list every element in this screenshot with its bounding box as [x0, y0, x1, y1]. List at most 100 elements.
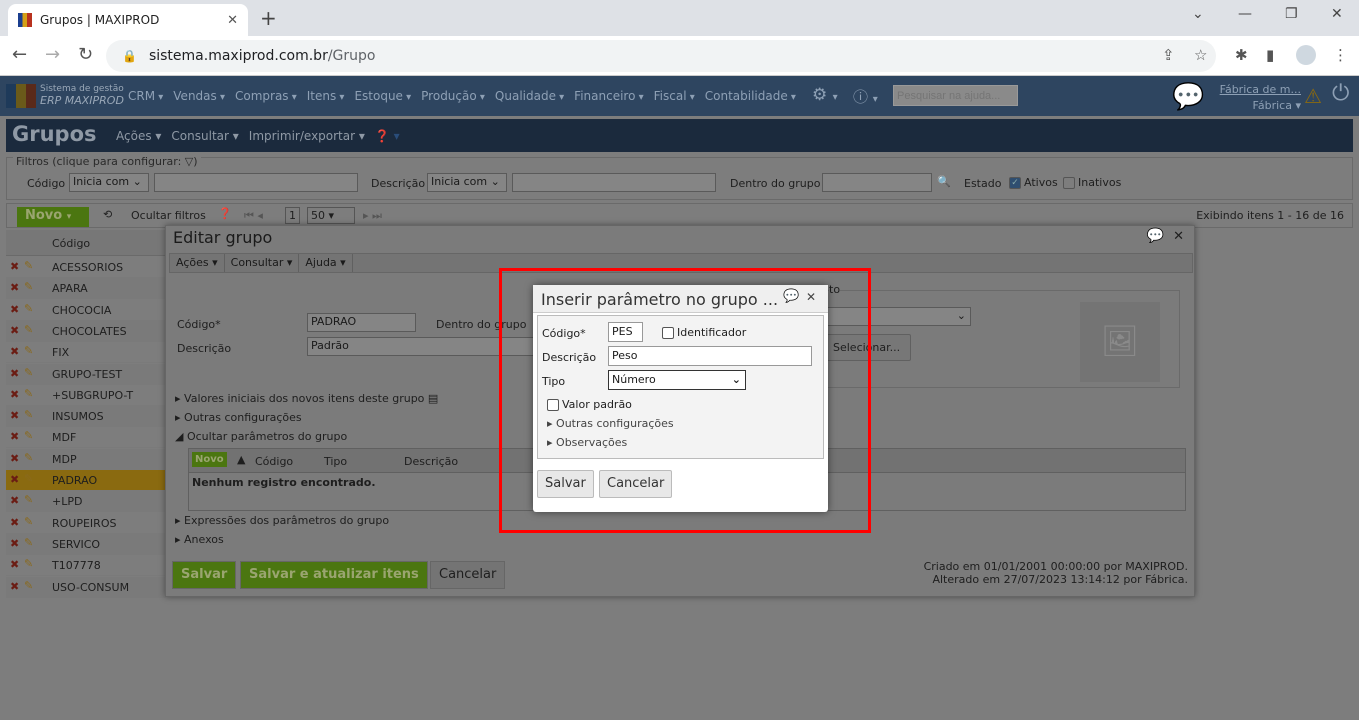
browser-menu-icon[interactable]: ⋮ — [1333, 46, 1348, 64]
filter-codigo-input[interactable] — [154, 173, 358, 192]
cancelar-button[interactable]: Cancelar — [599, 470, 673, 498]
filter-inativos-checkbox[interactable]: Inativos — [1063, 176, 1121, 189]
menu-ajuda[interactable]: Ajuda — [299, 254, 353, 272]
edit-pencil-icon[interactable]: ✎ — [24, 472, 33, 485]
section-observacoes[interactable]: ▸ Observações — [547, 436, 627, 449]
page-size-select[interactable]: 50 ▾ — [307, 207, 355, 224]
restore-icon[interactable]: ❐ — [1285, 6, 1298, 22]
menu-producao[interactable]: Produção — [421, 89, 485, 103]
menu-crm[interactable]: CRM — [128, 89, 163, 103]
grid-help-icon[interactable]: ❓ — [218, 207, 232, 220]
edit-pencil-icon[interactable]: ✎ — [24, 579, 33, 592]
delete-icon[interactable]: ✖ — [10, 473, 19, 486]
close-tab-icon[interactable]: ✕ — [227, 13, 238, 28]
section-outras-configuracoes[interactable]: ▸ Outras configurações — [547, 417, 674, 430]
column-header-codigo[interactable]: Código — [52, 237, 90, 250]
column-header-codigo[interactable]: Código — [255, 455, 293, 468]
list-item[interactable]: ✖ ✎ SERVICO — [6, 533, 166, 555]
first-page-icon[interactable]: ⏮ ◂ — [244, 209, 263, 223]
list-item[interactable]: ✖ ✎ MDP — [6, 448, 166, 470]
edit-pencil-icon[interactable]: ✎ — [24, 557, 33, 570]
delete-icon[interactable]: ✖ — [10, 409, 19, 422]
edit-pencil-icon[interactable]: ✎ — [24, 515, 33, 528]
ocultar-filtros-button[interactable]: Ocultar filtros — [131, 209, 206, 222]
close-icon[interactable]: ✕ — [806, 290, 816, 304]
codigo-input[interactable]: PES — [608, 322, 643, 342]
filter-grupo-input[interactable] — [822, 173, 932, 192]
edit-pencil-icon[interactable]: ✎ — [24, 387, 33, 400]
list-item[interactable]: ✖ ✎ GRUPO-TEST — [6, 363, 166, 385]
column-header-tipo[interactable]: Tipo — [324, 455, 347, 468]
bookmark-star-icon[interactable]: ☆ — [1194, 46, 1207, 64]
close-icon[interactable]: ✕ — [1173, 229, 1184, 244]
sort-asc-icon[interactable]: ▲ — [237, 453, 245, 466]
filters-legend[interactable]: Filtros (clique para configurar: ▽) — [13, 155, 201, 168]
filter-codigo-operator[interactable]: Inicia com ⌄ — [69, 173, 149, 192]
side-panel-icon[interactable]: ▮ — [1266, 46, 1274, 64]
list-item[interactable]: ✖ ✎ INSUMOS — [6, 406, 166, 428]
menu-consultar[interactable]: Consultar — [225, 254, 300, 272]
list-item[interactable]: ✖ ✎ USO-CONSUM — [6, 576, 166, 598]
user-company[interactable]: Fábrica — [1253, 99, 1292, 112]
menu-acoes[interactable]: Ações — [170, 254, 225, 272]
edit-pencil-icon[interactable]: ✎ — [24, 493, 33, 506]
section-ocultar-parametros[interactable]: ◢ Ocultar parâmetros do grupo — [175, 430, 347, 443]
list-item[interactable]: ✖ ✎ FIX — [6, 342, 166, 364]
edit-pencil-icon[interactable]: ✎ — [24, 323, 33, 336]
filter-descricao-operator[interactable]: Inicia com ⌄ — [427, 173, 507, 192]
menu-estoque[interactable]: Estoque — [354, 89, 411, 103]
reload-icon[interactable]: ↻ — [78, 44, 93, 65]
close-window-icon[interactable]: ✕ — [1331, 6, 1343, 22]
logout-power-icon[interactable]: ⏻ — [1332, 81, 1349, 106]
list-item[interactable]: ✖ ✎ T107778 — [6, 555, 166, 577]
list-item[interactable]: ✖ ✎ +LPD — [6, 491, 166, 513]
edit-pencil-icon[interactable]: ✎ — [24, 302, 33, 315]
tab-search-icon[interactable]: ⌄ — [1192, 6, 1204, 22]
page-help-icon[interactable]: ❓ ▾ — [375, 129, 400, 143]
menu-imprimir[interactable]: Imprimir/exportar ▾ — [249, 129, 365, 143]
delete-icon[interactable]: ✖ — [10, 367, 19, 380]
comment-icon[interactable]: 💬 — [783, 289, 799, 304]
novo-button[interactable]: Novo ▾ — [17, 207, 89, 227]
url-bar[interactable]: 🔒 sistema.maxiprod.com.br/Grupo — [106, 40, 1216, 72]
list-item[interactable]: ✖ ✎ APARA — [6, 278, 166, 300]
menu-fiscal[interactable]: Fiscal — [654, 89, 695, 103]
list-item[interactable]: ✖ ✎ ROUPEIROS — [6, 513, 166, 534]
page-number-input[interactable]: 1 — [285, 207, 300, 224]
salvar-button[interactable]: Salvar — [537, 470, 594, 498]
delete-icon[interactable]: ✖ — [10, 303, 19, 316]
menu-acoes[interactable]: Ações ▾ — [116, 129, 161, 143]
filter-funnel-icon[interactable]: ▽ — [185, 155, 193, 168]
edit-pencil-icon[interactable]: ✎ — [24, 259, 33, 272]
delete-icon[interactable]: ✖ — [10, 580, 19, 593]
params-novo-button[interactable]: Novo — [192, 452, 227, 467]
share-icon[interactable]: ⇪ — [1162, 46, 1175, 64]
edit-pencil-icon[interactable]: ✎ — [24, 366, 33, 379]
tipo-select[interactable]: Número ⌄ — [608, 370, 746, 390]
comment-icon[interactable]: 💬 — [1147, 228, 1164, 244]
delete-icon[interactable]: ✖ — [10, 345, 19, 358]
column-header-descricao[interactable]: Descrição — [404, 455, 458, 468]
menu-compras[interactable]: Compras — [235, 89, 297, 103]
section-outras-configuracoes[interactable]: ▸ Outras configurações — [175, 411, 302, 424]
back-icon[interactable]: ← — [12, 44, 27, 65]
minimize-icon[interactable]: — — [1238, 6, 1252, 22]
delete-icon[interactable]: ✖ — [10, 430, 19, 443]
new-tab-icon[interactable]: + — [260, 6, 277, 30]
filter-descricao-input[interactable] — [512, 173, 716, 192]
salvar-atualizar-button[interactable]: Salvar e atualizar itens — [240, 561, 428, 589]
list-item[interactable]: ✖ ✎ CHOCOCIA — [6, 300, 166, 321]
delete-icon[interactable]: ✖ — [10, 516, 19, 529]
filter-search-icon[interactable]: 🔍 — [937, 175, 951, 188]
valor-padrao-checkbox[interactable]: Valor padrão — [547, 398, 632, 411]
user-name-link[interactable]: Fábrica de m... — [1220, 83, 1301, 96]
menu-financeiro[interactable]: Financeiro — [574, 89, 643, 103]
list-item[interactable]: ✖ ✎ CHOCOLATES — [6, 320, 166, 342]
help-icon[interactable]: ⓘ ▾ — [853, 86, 878, 107]
codigo-input[interactable]: PADRAO — [307, 313, 416, 332]
settings-gear-icon[interactable]: ⚙ ▾ — [812, 85, 838, 105]
edit-pencil-icon[interactable]: ✎ — [24, 344, 33, 357]
section-expressoes[interactable]: ▸ Expressões dos parâmetros do grupo — [175, 514, 389, 527]
warning-icon[interactable]: ⚠ — [1304, 84, 1322, 108]
delete-icon[interactable]: ✖ — [10, 281, 19, 294]
